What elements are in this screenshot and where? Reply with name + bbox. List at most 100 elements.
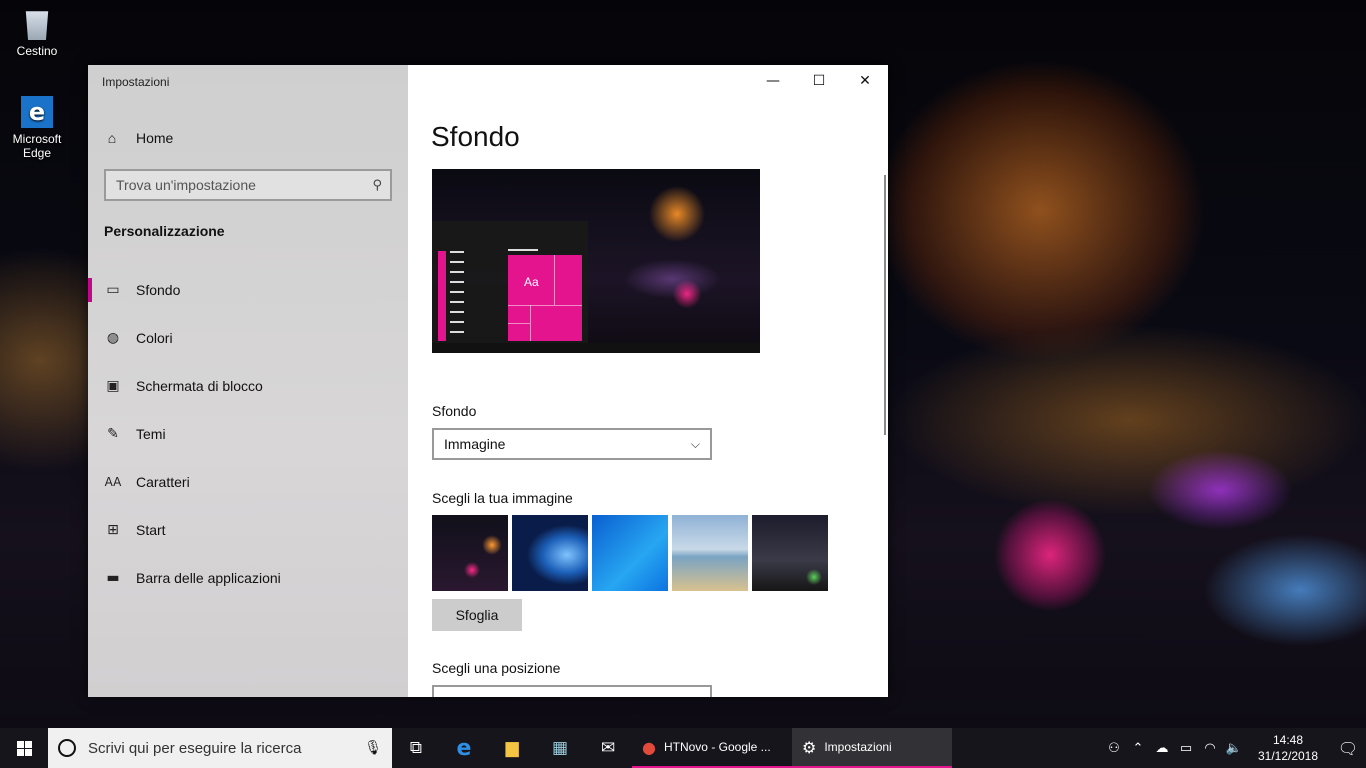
desktop-icon-edge[interactable]: e Microsoft Edge xyxy=(1,96,73,160)
volume-icon[interactable]: 🔈 xyxy=(1222,741,1246,756)
home-icon: ⌂ xyxy=(107,130,117,146)
scrollbar[interactable] xyxy=(884,175,886,435)
position-dropdown[interactable] xyxy=(432,685,712,697)
thumbnail-night-sky[interactable] xyxy=(752,515,828,591)
sidebar-item-label: Temi xyxy=(136,426,166,442)
taskbar-app-label: HTNovo - Google ... xyxy=(663,740,771,754)
preview-line xyxy=(450,331,464,333)
settings-sidebar: Impostazioni ⌂ Home ⚲ Personalizzazione … xyxy=(88,65,408,697)
chevron-up-icon[interactable]: ⌃ xyxy=(1126,741,1150,756)
edge-icon[interactable]: e xyxy=(440,728,488,768)
clock-date: 31/12/2018 xyxy=(1257,749,1319,763)
background-type-dropdown[interactable]: Immagine ⌵ xyxy=(432,428,712,460)
thumbnail-windows-blue[interactable] xyxy=(592,515,668,591)
cortana-icon xyxy=(58,739,76,757)
page-title: Sfondo xyxy=(431,121,520,152)
nav-home-label: Home xyxy=(136,130,174,146)
recycle-bin-icon xyxy=(25,11,49,40)
thumbnail-fireworks[interactable] xyxy=(432,515,508,591)
picture-icon: ▭ xyxy=(106,282,120,298)
preview-line xyxy=(450,321,464,323)
sidebar-item-label: Start xyxy=(136,522,166,538)
preview-start-panel: Aa xyxy=(432,221,588,353)
notifications-icon[interactable]: 🗨 xyxy=(1330,739,1366,758)
choose-image-label: Scegli la tua immagine xyxy=(432,490,573,506)
sidebar-item-label: Schermata di blocco xyxy=(136,378,263,394)
nav-home[interactable]: ⌂ Home xyxy=(104,127,174,149)
preview-line xyxy=(450,251,464,253)
taskbar-search[interactable]: Scrivi qui per eseguire la ricerca 🎙 xyxy=(48,728,392,768)
minimize-button[interactable]: — xyxy=(750,65,796,97)
store-icon[interactable]: ▦ xyxy=(536,728,584,768)
sidebar-item-sfondo[interactable]: ▭ Sfondo xyxy=(88,266,408,314)
sidebar-item-temi[interactable]: ✎ Temi xyxy=(88,410,408,458)
close-button[interactable]: ✕ xyxy=(842,65,888,97)
clock-time: 14:48 xyxy=(1272,733,1304,747)
sidebar-item-schermata-di-blocco[interactable]: ▣ Schermata di blocco xyxy=(88,362,408,410)
mail-icon[interactable]: ✉ xyxy=(584,728,632,768)
themes-icon: ✎ xyxy=(107,426,119,442)
taskbar-app-settings[interactable]: ⚙ Impostazioni xyxy=(792,728,952,768)
sidebar-item-label: Barra delle applicazioni xyxy=(136,570,281,586)
sidebar-item-label: Colori xyxy=(136,330,173,346)
windows-logo-icon xyxy=(16,740,32,756)
desktop-icon-recycle-bin[interactable]: Cestino xyxy=(1,8,73,58)
sidebar-item-barra-delle-applicazioni[interactable]: ▬ Barra delle applicazioni xyxy=(88,554,408,602)
sidebar-item-label: Sfondo xyxy=(136,282,181,298)
lock-screen-icon: ▣ xyxy=(106,378,120,394)
task-view-icon[interactable]: ⧉ xyxy=(392,728,440,768)
search-input[interactable] xyxy=(116,177,373,193)
wifi-icon[interactable]: ◠ xyxy=(1198,741,1222,756)
file-explorer-icon[interactable]: ▆ xyxy=(488,728,536,768)
browse-button[interactable]: Sfoglia xyxy=(432,599,522,631)
preview-line xyxy=(450,271,464,273)
taskbar: Scrivi qui per eseguire la ricerca 🎙 ⧉ e… xyxy=(0,728,1366,768)
preview-tile: Aa xyxy=(508,255,582,341)
onedrive-icon[interactable]: ☁ xyxy=(1150,741,1174,756)
gear-icon: ⚙ xyxy=(802,737,817,757)
search-icon[interactable]: ⚲ xyxy=(372,177,382,193)
microphone-icon[interactable]: 🎙 xyxy=(364,740,382,756)
taskbar-app-chrome[interactable]: ● HTNovo - Google ... xyxy=(632,728,792,768)
background-type-value: Immagine xyxy=(444,436,506,452)
people-icon[interactable]: ⚇ xyxy=(1102,741,1126,756)
desktop-icon-label: Microsoft Edge xyxy=(12,132,62,160)
preview-taskbar xyxy=(432,343,760,353)
start-button[interactable] xyxy=(0,728,48,768)
choose-position-label: Scegli una posizione xyxy=(432,660,561,676)
preview-line xyxy=(450,261,464,263)
nav-list: ▭ Sfondo ◍ Colori ▣ Schermata di blocco … xyxy=(88,266,408,602)
background-type-label: Sfondo xyxy=(432,403,477,419)
thumbnail-windows-dark[interactable] xyxy=(512,515,588,591)
section-title: Personalizzazione xyxy=(104,223,225,239)
edge-icon: e xyxy=(21,96,53,128)
system-tray: ⚇ ⌃ ☁ ▭ ◠ 🔈 14:48 31/12/2018 🗨 xyxy=(1102,728,1366,768)
fonts-icon: AA xyxy=(104,475,122,489)
sidebar-item-caratteri[interactable]: AA Caratteri xyxy=(88,458,408,506)
preview-line xyxy=(450,301,464,303)
sidebar-item-start[interactable]: ⊞ Start xyxy=(88,506,408,554)
clock[interactable]: 14:48 31/12/2018 xyxy=(1252,732,1324,764)
chrome-icon: ● xyxy=(642,737,656,757)
settings-search: ⚲ xyxy=(104,169,392,201)
battery-icon[interactable]: ▭ xyxy=(1174,741,1198,756)
taskbar-app-label: Impostazioni xyxy=(824,740,892,754)
maximize-button[interactable]: ☐ xyxy=(796,65,842,97)
start-icon: ⊞ xyxy=(107,522,119,538)
preview-accent-bar xyxy=(438,251,446,341)
preview-line xyxy=(450,291,464,293)
taskbar-icon: ▬ xyxy=(106,570,120,586)
preview-line xyxy=(508,249,538,251)
settings-window: Impostazioni ⌂ Home ⚲ Personalizzazione … xyxy=(88,65,888,697)
thumbnail-beach[interactable] xyxy=(672,515,748,591)
palette-icon: ◍ xyxy=(106,330,120,346)
image-thumbnails xyxy=(432,515,832,591)
preview-line xyxy=(450,311,464,313)
app-title: Impostazioni xyxy=(102,75,170,89)
background-preview: Aa xyxy=(432,169,760,353)
taskbar-search-placeholder: Scrivi qui per eseguire la ricerca xyxy=(88,739,302,757)
window-controls: — ☐ ✕ xyxy=(750,65,888,97)
sidebar-item-label: Caratteri xyxy=(136,474,190,490)
sidebar-item-colori[interactable]: ◍ Colori xyxy=(88,314,408,362)
chevron-down-icon: ⌵ xyxy=(690,436,700,451)
